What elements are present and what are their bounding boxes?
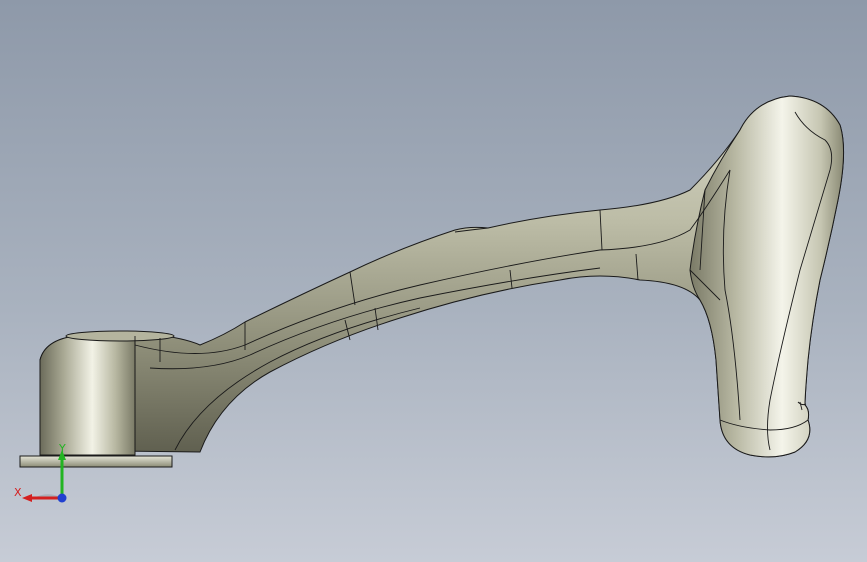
z-axis-dot: [57, 493, 67, 503]
part-model[interactable]: [0, 0, 867, 562]
x-axis-arrow: [22, 494, 32, 502]
x-axis-label: X: [14, 486, 22, 499]
graphics-viewport[interactable]: Y X: [0, 0, 867, 562]
y-axis-label: Y: [58, 442, 66, 455]
cylinder-top-rim[interactable]: [65, 330, 175, 342]
arm-head[interactable]: [689, 95, 845, 458]
coordinate-triad: Y X: [14, 442, 67, 503]
cylinder-boss[interactable]: [39, 335, 136, 456]
